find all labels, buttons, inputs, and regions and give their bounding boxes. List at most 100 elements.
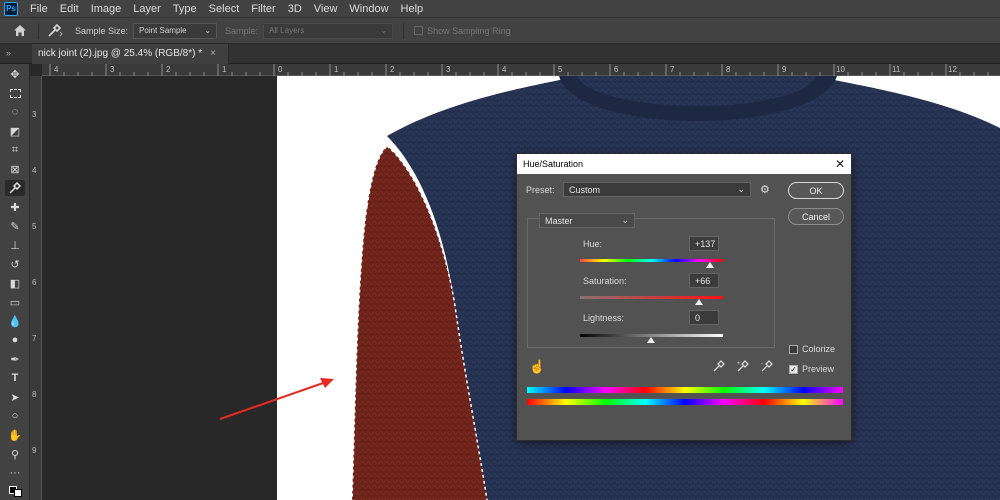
ruler-h-label: 3: [446, 65, 451, 74]
document-tab-bar: » nick joint (2).jpg @ 25.4% (RGB/8*) * ×: [0, 44, 1000, 64]
horizontal-ruler[interactable]: 4 3 2 1 0 1 2 3 4 5 6 7 8 9 10 11 12: [42, 64, 1000, 76]
ellipse-tool-icon[interactable]: ○: [5, 408, 25, 424]
ruler-h-label: 10: [836, 65, 845, 74]
gradient-tool-icon[interactable]: ▭: [5, 294, 25, 310]
pen-tool-icon[interactable]: ✒: [5, 351, 25, 367]
menu-window[interactable]: Window: [343, 0, 394, 18]
channel-value: Master: [545, 215, 573, 226]
hue-input[interactable]: +137: [689, 236, 719, 251]
close-icon[interactable]: ✕: [835, 154, 845, 174]
sample-size-select[interactable]: Point Sample ⌄: [133, 22, 218, 39]
sample-select[interactable]: All Layers ⌄: [263, 22, 394, 39]
adjustment-group: [527, 218, 775, 348]
ruler-h-label: 2: [166, 65, 171, 74]
svg-text:+: +: [737, 361, 741, 367]
menu-image[interactable]: Image: [85, 0, 128, 18]
sample-value: All Layers: [269, 26, 305, 35]
menu-edit[interactable]: Edit: [54, 0, 85, 18]
menu-help[interactable]: Help: [395, 0, 430, 18]
ruler-h-label: 4: [502, 65, 507, 74]
hue-slider-track[interactable]: [580, 259, 723, 262]
type-tool-icon[interactable]: T: [5, 370, 25, 386]
menu-3d[interactable]: 3D: [282, 0, 308, 18]
ruler-h-label: 1: [222, 65, 227, 74]
add-to-sample-eyedropper-icon[interactable]: +: [737, 360, 749, 375]
path-selection-tool-icon[interactable]: ➤: [5, 389, 25, 405]
preset-select[interactable]: Custom ⌄: [563, 182, 751, 197]
panel-collapse-icon[interactable]: »: [6, 48, 11, 58]
hue-slider-thumb[interactable]: [706, 262, 714, 268]
photoshop-logo: Ps: [4, 1, 18, 16]
show-sampling-ring-checkbox[interactable]: [414, 26, 424, 35]
channel-select[interactable]: Master ⌄: [539, 213, 635, 228]
cancel-button[interactable]: Cancel: [788, 208, 844, 225]
dodge-tool-icon[interactable]: ●: [5, 332, 25, 348]
move-tool-icon[interactable]: ✥: [5, 66, 25, 82]
frame-tool-icon[interactable]: ⊠: [5, 161, 25, 177]
document-tab-title: nick joint (2).jpg @ 25.4% (RGB/8*) *: [38, 48, 203, 59]
lasso-tool-icon[interactable]: ◌: [5, 104, 25, 120]
ruler-h-label: 4: [54, 65, 59, 74]
saturation-slider-thumb[interactable]: [695, 299, 703, 305]
saturation-label: Saturation:: [583, 276, 627, 286]
eyedropper-tool-preset-icon[interactable]: [47, 23, 63, 38]
eyedropper-icon[interactable]: [713, 360, 725, 375]
ruler-v-label: 5: [32, 222, 37, 231]
ruler-v-label: 6: [32, 278, 37, 287]
preset-value: Custom: [569, 184, 601, 195]
colorize-checkbox[interactable]: [789, 345, 798, 354]
history-brush-tool-icon[interactable]: ↺: [5, 256, 25, 272]
hue-label: Hue:: [583, 239, 603, 249]
eyedropper-tool-icon[interactable]: [5, 180, 25, 196]
subtract-from-sample-eyedropper-icon[interactable]: -: [761, 360, 773, 375]
saturation-input[interactable]: +66: [689, 273, 719, 288]
crop-tool-icon[interactable]: ⌗: [5, 142, 25, 158]
chevron-down-icon: ⌄: [204, 26, 212, 35]
show-sampling-ring-label: Show Sampling Ring: [427, 25, 511, 36]
menu-bar: Ps File Edit Image Layer Type Select Fil…: [0, 0, 1000, 18]
dialog-title: Hue/Saturation: [523, 159, 584, 169]
document-tab[interactable]: nick joint (2).jpg @ 25.4% (RGB/8*) * ×: [32, 44, 229, 64]
marquee-tool-icon[interactable]: [5, 85, 25, 101]
menu-file[interactable]: File: [24, 0, 54, 18]
adjusted-color-bar: [527, 387, 843, 393]
menu-select[interactable]: Select: [203, 0, 246, 18]
options-bar: Sample Size: Point Sample ⌄ Sample: All …: [0, 18, 1000, 44]
quick-selection-tool-icon[interactable]: ◩: [5, 123, 25, 139]
ok-button[interactable]: OK: [788, 182, 844, 199]
menu-view[interactable]: View: [308, 0, 344, 18]
lightness-input[interactable]: 0: [689, 310, 719, 325]
more-tools-icon[interactable]: ···: [5, 465, 25, 481]
home-icon[interactable]: [12, 23, 28, 39]
preview-label: Preview: [802, 364, 835, 374]
dialog-title-bar[interactable]: Hue/Saturation ✕: [517, 154, 851, 174]
tools-panel: ✥ ◌ ◩ ⌗ ⊠ ✚ ✎ ⊥ ↺ ◧ ▭ 💧 ● ✒ T ➤ ○ ✋ ⚲ ··…: [0, 64, 30, 500]
targeted-adjustment-hand-icon[interactable]: ☝: [529, 359, 545, 375]
vertical-ruler[interactable]: 3 4 5 6 7 8 9: [30, 76, 42, 500]
hand-tool-icon[interactable]: ✋: [5, 427, 25, 443]
close-icon[interactable]: ×: [210, 48, 216, 59]
healing-brush-tool-icon[interactable]: ✚: [5, 199, 25, 215]
blur-tool-icon[interactable]: 💧: [5, 313, 25, 329]
clone-stamp-tool-icon[interactable]: ⊥: [5, 237, 25, 253]
menu-layer[interactable]: Layer: [127, 0, 167, 18]
default-colors-icon[interactable]: [5, 482, 25, 498]
preset-label: Preset:: [526, 185, 555, 195]
menu-type[interactable]: Type: [167, 0, 203, 18]
ruler-h-label: 9: [782, 65, 787, 74]
brush-tool-icon[interactable]: ✎: [5, 218, 25, 234]
preview-checkbox[interactable]: ✓: [789, 365, 798, 374]
ruler-h-label: 7: [670, 65, 675, 74]
svg-text:-: -: [761, 361, 763, 367]
menu-filter[interactable]: Filter: [245, 0, 281, 18]
lightness-slider-thumb[interactable]: [647, 337, 655, 343]
eraser-tool-icon[interactable]: ◧: [5, 275, 25, 291]
zoom-tool-icon[interactable]: ⚲: [5, 446, 25, 462]
ruler-h-label: 11: [892, 65, 901, 74]
chevron-down-icon: ⌄: [380, 26, 388, 35]
ruler-v-label: 7: [32, 334, 37, 343]
preset-options-gear-icon[interactable]: ⚙: [760, 183, 770, 196]
ruler-h-label: 5: [558, 65, 563, 74]
ruler-h-label: 2: [390, 65, 395, 74]
ruler-h-label: 12: [948, 65, 957, 74]
